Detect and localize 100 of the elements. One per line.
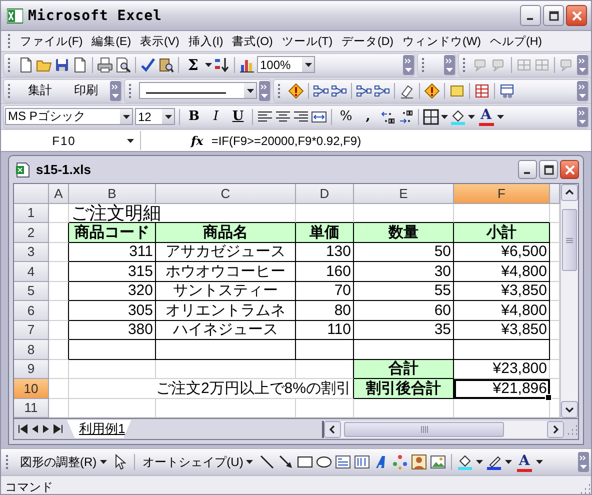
row-header[interactable]: 11 (14, 398, 49, 418)
menu-item[interactable]: ヘルプ(H) (486, 32, 546, 50)
increase-decimal-icon[interactable] (380, 108, 396, 124)
previous-sheet-icon[interactable] (31, 424, 39, 434)
table-cell[interactable]: オリエントラムネ (156, 301, 296, 320)
horizontal-scrollbar[interactable] (322, 420, 564, 438)
trace-arrows-icon[interactable] (374, 82, 390, 98)
row-header[interactable]: 5 (14, 282, 49, 301)
formula-field[interactable]: =IF(F9>=20000,F9*0.92,F9) (211, 134, 362, 148)
name-box[interactable]: F10 (1, 131, 141, 150)
maximize-icon[interactable] (544, 164, 554, 174)
last-sheet-icon[interactable] (53, 424, 63, 434)
table-cell[interactable] (69, 340, 156, 360)
align-right-icon[interactable] (293, 108, 309, 124)
toolbar-grip[interactable] (422, 58, 427, 72)
menu-item[interactable]: 挿入(I) (184, 32, 228, 50)
dropdown-arrow-icon[interactable] (304, 62, 312, 66)
close-icon[interactable] (564, 164, 574, 174)
table-cell[interactable]: 合計 (354, 360, 454, 379)
dropdown-arrow-icon[interactable] (164, 114, 172, 118)
eraser-icon[interactable] (399, 82, 415, 98)
toolbar-options-icon[interactable] (403, 54, 414, 74)
table-cell[interactable]: ¥4,800 (454, 301, 550, 320)
table-cell[interactable]: ご注文2万円以上で8%の割引 (69, 379, 354, 398)
table-cell[interactable]: 70 (296, 282, 354, 301)
table-cell[interactable]: ¥4,800 (454, 262, 550, 282)
menu-item[interactable]: データ(D) (338, 32, 398, 50)
table-cell[interactable]: 35 (354, 320, 454, 340)
percent-button[interactable]: % (336, 106, 356, 126)
table-cell[interactable]: ¥21,896 (454, 379, 550, 398)
table-cell[interactable]: 380 (69, 320, 156, 340)
toolbar-grip[interactable] (129, 84, 134, 98)
minimize-button[interactable] (520, 5, 541, 26)
menu-item[interactable]: 書式(O) (228, 32, 277, 50)
watch-window-icon[interactable] (499, 82, 515, 98)
fill-handle[interactable] (545, 394, 552, 400)
scroll-down-icon[interactable] (561, 401, 578, 418)
table-cell[interactable]: 80 (296, 301, 354, 320)
align-left-icon[interactable] (257, 108, 273, 124)
clip-art-icon[interactable] (411, 454, 428, 470)
table-cell[interactable] (454, 340, 550, 360)
menu-item[interactable]: ファイル(F) (16, 32, 87, 50)
font-color-button[interactable]: A (515, 452, 534, 472)
table-cell[interactable]: 55 (354, 282, 454, 301)
caret-icon[interactable] (100, 460, 107, 464)
caret-icon[interactable] (246, 460, 254, 464)
select-pointer-icon[interactable] (112, 454, 129, 470)
trace-arrows-icon[interactable] (356, 82, 372, 98)
align-center-icon[interactable] (275, 108, 291, 124)
zoom-dropdown[interactable]: 100% (257, 56, 315, 73)
menu-item[interactable]: ウィンドウ(W) (398, 32, 486, 50)
table-cell[interactable]: ¥23,800 (454, 360, 550, 379)
table-cell[interactable]: 単価 (296, 223, 354, 242)
decrease-decimal-icon[interactable] (398, 108, 414, 124)
row-header[interactable]: 10 (14, 379, 49, 398)
underline-button[interactable]: U (228, 106, 248, 126)
toolbar-options-icon[interactable] (577, 54, 588, 74)
toolbar-options-icon[interactable] (444, 54, 455, 74)
vertical-text-box-icon[interactable] (354, 454, 370, 470)
borders-icon[interactable] (423, 108, 439, 124)
fill-color-dropdown-icon[interactable] (476, 460, 484, 464)
menu-item[interactable]: ツール(T) (278, 32, 337, 50)
table-cell[interactable]: ¥3,850 (454, 282, 550, 301)
spelling-check-icon[interactable] (140, 56, 156, 72)
table-cell[interactable] (296, 340, 354, 360)
autosum-button[interactable]: Σ (183, 54, 203, 74)
autoshapes-menu[interactable]: オートシェイプ(U) (140, 452, 256, 472)
comma-button[interactable]: , (358, 106, 378, 126)
table-cell[interactable] (156, 340, 296, 360)
table-cell[interactable]: 商品名 (156, 223, 296, 242)
table-cell[interactable]: ¥6,500 (454, 242, 550, 262)
print-preview-icon[interactable] (115, 56, 131, 72)
dropdown-arrow-icon[interactable] (122, 114, 130, 118)
column-header[interactable]: F (454, 184, 550, 204)
table-cell[interactable]: 商品コード (69, 223, 156, 242)
table-cell[interactable]: 割引後合計 (354, 379, 454, 398)
borders-dropdown-icon[interactable] (441, 114, 448, 118)
table-cell[interactable]: 305 (69, 301, 156, 320)
warning-check-icon[interactable] (288, 82, 304, 98)
table-cell[interactable] (49, 262, 69, 282)
fill-color-icon[interactable] (450, 108, 466, 124)
table-cell[interactable]: 130 (296, 242, 354, 262)
draw-menu[interactable]: 図形の調整(R) (17, 452, 110, 472)
minimize-button[interactable] (518, 160, 537, 179)
scroll-right-icon[interactable] (547, 420, 564, 438)
line-color-dropdown-icon[interactable] (505, 460, 512, 464)
toolbar-button[interactable]: 印刷 (64, 80, 108, 101)
table-cell[interactable]: ハイネジュース (156, 320, 296, 340)
table-cell[interactable]: ¥3,850 (454, 320, 550, 340)
line-icon[interactable] (259, 454, 276, 470)
row-header[interactable]: 1 (14, 204, 49, 223)
fill-color-icon[interactable] (457, 454, 474, 470)
font-color-dropdown-icon[interactable] (536, 460, 544, 464)
row-header[interactable]: 7 (14, 320, 49, 340)
row-header[interactable]: 3 (14, 242, 49, 262)
line-style-dropdown[interactable] (139, 82, 257, 99)
autosum-dropdown-icon[interactable] (205, 62, 212, 66)
table-cell[interactable]: 数量 (354, 223, 454, 242)
row-header[interactable]: 8 (14, 340, 49, 360)
dropdown-arrow-icon[interactable] (246, 88, 254, 92)
